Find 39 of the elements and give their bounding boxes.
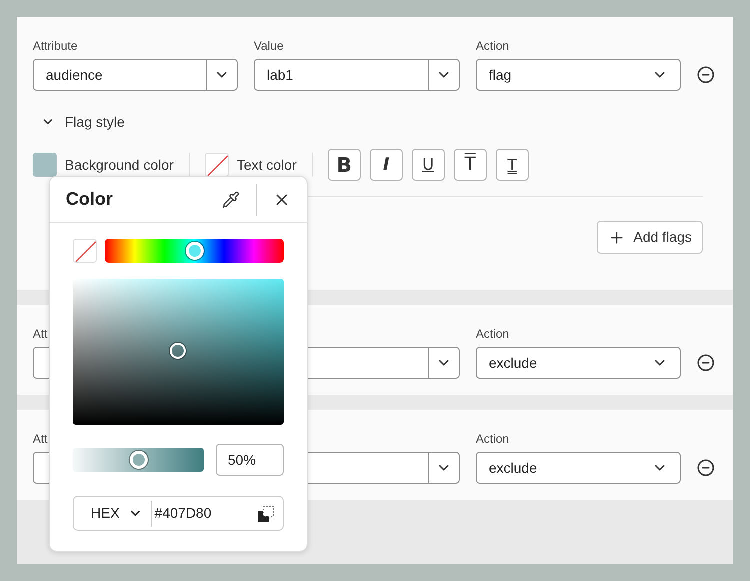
format-button[interactable]: T [454, 149, 487, 181]
hue-slider[interactable] [105, 239, 284, 263]
format-button[interactable]: U [412, 149, 445, 181]
format-button[interactable]: I [370, 149, 403, 181]
field-label: Attribute [33, 39, 78, 53]
hex-input[interactable]: #407D80 [152, 496, 249, 530]
field-label: Action [476, 326, 510, 343]
eyedropper-icon[interactable] [222, 190, 240, 208]
add-flags-button[interactable]: Add flags [596, 221, 703, 254]
alpha-input[interactable]: 50% [216, 444, 284, 476]
swatch-preview-icon [258, 506, 274, 522]
popover-title: Color [66, 188, 114, 211]
format-button[interactable]: T [496, 149, 529, 181]
action-dropdown[interactable]: exclude [476, 347, 681, 379]
swatch-label: Background color [65, 156, 174, 175]
remove-icon[interactable] [697, 459, 715, 477]
no-color-swatch[interactable] [73, 239, 97, 263]
field-label: Action [476, 38, 510, 55]
section-title: Flag style [65, 112, 125, 132]
field-label: Att [33, 327, 48, 341]
remove-icon[interactable] [697, 66, 715, 84]
value-combobox[interactable]: lab1 [254, 59, 460, 91]
saturation-area[interactable] [73, 279, 284, 425]
swatch-label: Text color [236, 156, 297, 174]
format-button[interactable]: B [328, 149, 361, 181]
alpha-slider[interactable] [73, 448, 204, 472]
format-dropdown[interactable]: HEX [74, 503, 151, 524]
field-label: Action [476, 431, 510, 448]
color-swatch[interactable] [33, 153, 57, 177]
slider-thumb[interactable] [186, 242, 204, 260]
remove-icon[interactable] [697, 354, 715, 372]
attribute-combobox[interactable]: audience [33, 59, 238, 91]
field-label: Att [33, 432, 48, 446]
slider-thumb[interactable] [130, 451, 148, 469]
action-dropdown[interactable]: flag [476, 59, 681, 91]
field-label: Value [254, 39, 284, 53]
picker-handle[interactable] [170, 343, 186, 359]
action-dropdown[interactable]: exclude [476, 452, 681, 484]
no-color-swatch[interactable] [204, 153, 229, 177]
